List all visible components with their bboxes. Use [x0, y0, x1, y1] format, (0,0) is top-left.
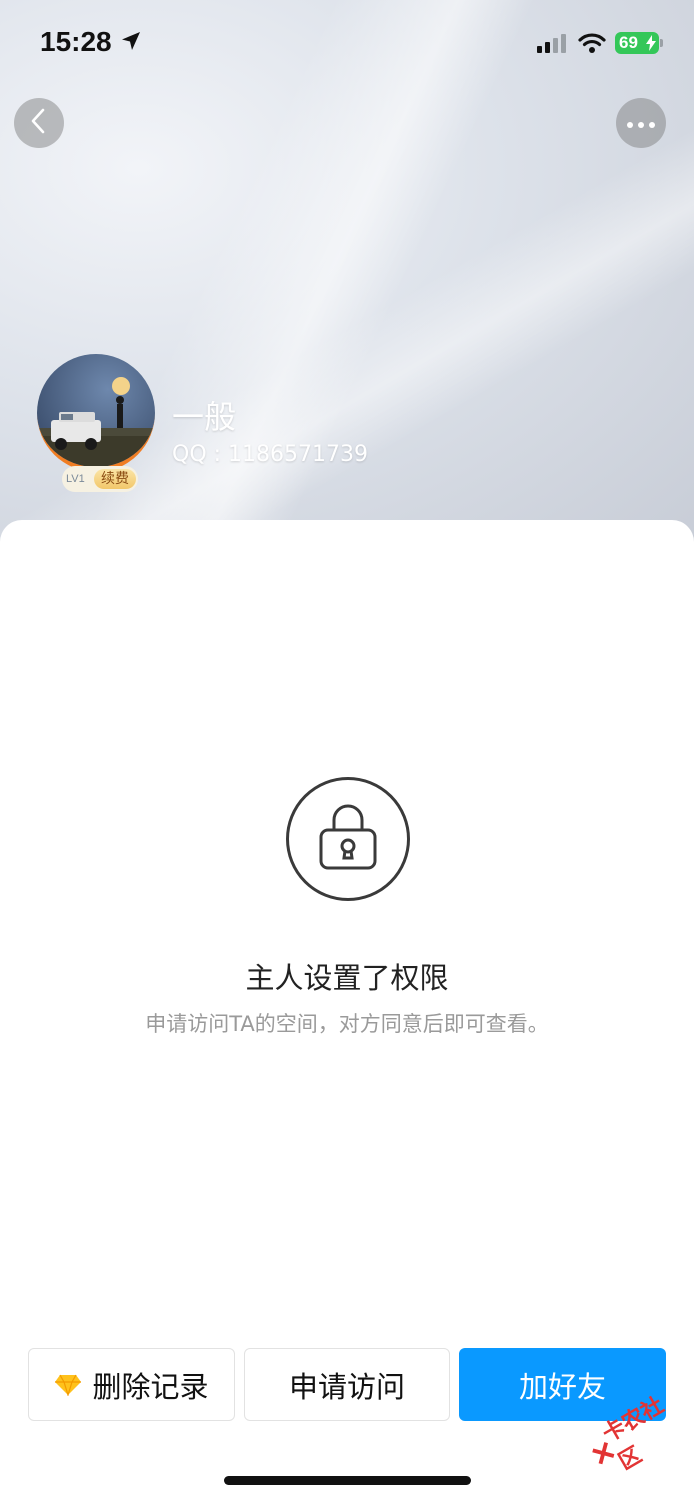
- chevron-left-icon: [29, 108, 49, 138]
- more-button[interactable]: [616, 98, 666, 148]
- renew-label[interactable]: 续费: [94, 469, 136, 489]
- status-bar: 15:28 69: [0, 0, 694, 88]
- battery-indicator: 69: [615, 32, 659, 54]
- apply-access-button[interactable]: 申请访问: [244, 1348, 450, 1421]
- home-indicator[interactable]: [224, 1476, 471, 1485]
- status-time: 15:28: [40, 26, 112, 57]
- apply-access-label: 申请访问: [288, 1369, 405, 1404]
- charging-bolt-icon: [646, 35, 656, 57]
- battery-level: 69: [619, 33, 638, 52]
- diamond-icon: [54, 1374, 82, 1396]
- cellular-signal-icon: [537, 33, 569, 57]
- back-button[interactable]: [14, 98, 64, 148]
- delete-record-label: 删除记录: [92, 1369, 209, 1404]
- level-label: LV1: [66, 473, 85, 485]
- delete-record-button[interactable]: 删除记录: [28, 1348, 235, 1421]
- permission-title: 主人设置了权限: [245, 961, 449, 995]
- lock-icon: [286, 777, 410, 901]
- qq-number: QQ : 1186571739: [172, 442, 369, 467]
- wifi-icon: [578, 32, 606, 58]
- battery-cap: [660, 39, 663, 47]
- permission-description: 申请访问TA的空间，对方同意后即可查看。: [145, 1012, 549, 1036]
- level-badge[interactable]: LV1 续费: [62, 466, 138, 492]
- add-friend-label: 加好友: [518, 1369, 606, 1404]
- location-arrow-icon: [120, 30, 142, 56]
- user-name: 一般: [172, 398, 237, 436]
- avatar[interactable]: [37, 354, 155, 472]
- avatar-image: [37, 354, 155, 467]
- more-dots-icon: [626, 114, 656, 133]
- profile-header: 15:28 69 LV1 续费 一般 QQ: 1186571739: [0, 0, 694, 560]
